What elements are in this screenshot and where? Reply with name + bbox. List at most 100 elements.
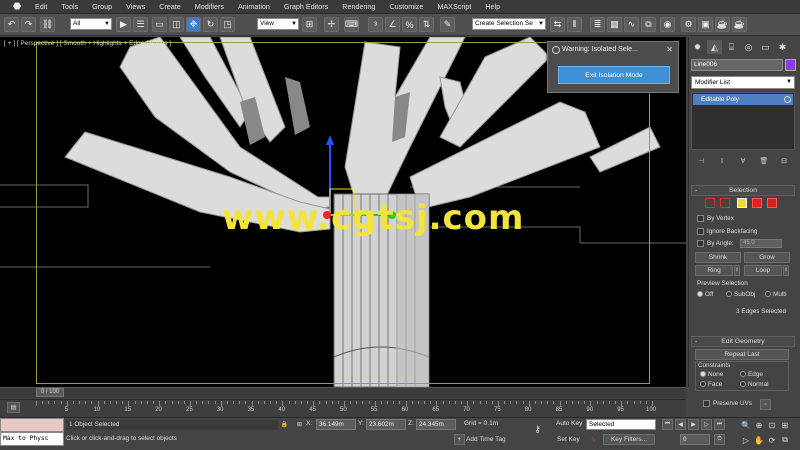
mini-curve-editor-icon[interactable]: ▤ — [7, 402, 20, 413]
show-end-result-icon[interactable]: Ⅰ — [717, 156, 727, 166]
align-icon[interactable]: ⫴ — [567, 17, 582, 32]
loop-button[interactable]: Loop — [744, 265, 782, 276]
preview-off-radio[interactable]: Off — [697, 291, 713, 298]
stack-item-editable-poly[interactable]: Editable Poly — [693, 94, 793, 105]
select-manipulate-icon[interactable]: ✢ — [324, 17, 339, 32]
angle-spinner[interactable]: 45.0 — [740, 239, 782, 248]
next-frame-icon[interactable]: ▷ — [701, 419, 712, 430]
lock-selection-icon[interactable]: 🔒 — [279, 419, 290, 430]
graphite-tools-icon[interactable]: ▦ — [607, 17, 622, 32]
z-coord-field[interactable]: 24.345m — [416, 419, 456, 430]
constraint-face-radio[interactable]: Face — [700, 381, 722, 388]
constraint-none-radio[interactable]: None — [700, 371, 723, 378]
shrink-button[interactable]: Shrink — [695, 252, 741, 263]
spinner-snap-icon[interactable]: ⇅ — [419, 17, 434, 32]
utilities-tab-icon[interactable]: ✱ — [775, 40, 790, 54]
display-tab-icon[interactable]: ▭ — [758, 40, 773, 54]
selection-rollout-header[interactable]: - Selection — [691, 185, 795, 196]
grow-button[interactable]: Grow — [744, 252, 790, 263]
by-vertex-checkbox[interactable]: By Vertex — [697, 215, 734, 222]
close-icon[interactable]: ✕ — [666, 45, 673, 54]
percent-snap-icon[interactable]: % — [402, 17, 417, 32]
window-crossing-icon[interactable]: ◫ — [169, 17, 184, 32]
edge-mode-icon[interactable] — [720, 198, 730, 208]
ring-spinner[interactable]: ⇕ — [734, 265, 740, 276]
go-to-end-icon[interactable]: ⏭ — [714, 419, 725, 430]
time-configuration-icon[interactable]: ⏱ — [714, 434, 725, 445]
go-to-start-icon[interactable]: ⏮ — [662, 419, 673, 430]
render-production-icon[interactable]: ☕ — [715, 17, 730, 32]
rendered-frame-icon[interactable]: ▣ — [698, 17, 713, 32]
modifier-list-dropdown[interactable]: Modifier List ▼ — [691, 76, 795, 89]
pin-stack-icon[interactable]: ⊣ — [696, 156, 706, 166]
selection-filter-dropdown[interactable]: All ▼ — [70, 18, 112, 30]
preserve-uvs-checkbox[interactable]: Preserve UVs — [703, 400, 752, 407]
preserve-uvs-settings-icon[interactable]: ▫ — [760, 399, 771, 410]
menu-rendering[interactable]: Rendering — [335, 2, 382, 11]
menu-edit[interactable]: Edit — [28, 2, 54, 11]
previous-frame-icon[interactable]: ◀ — [675, 419, 686, 430]
rotate-icon[interactable]: ↻ — [203, 17, 218, 32]
app-logo-icon[interactable]: ⬣ — [6, 0, 28, 13]
move-icon[interactable]: ✥ — [186, 17, 201, 32]
menu-help[interactable]: Help — [478, 2, 507, 11]
menu-maxscript[interactable]: MAXScript — [430, 2, 478, 11]
named-selection-set-dropdown[interactable]: Create Selection Se ▼ — [472, 18, 546, 30]
render-setup-icon[interactable]: ⚙ — [681, 17, 696, 32]
rect-selection-icon[interactable]: ▭ — [152, 17, 167, 32]
loop-spinner[interactable]: ⇕ — [783, 265, 789, 276]
ignore-backfacing-checkbox[interactable]: Ignore Backfacing — [697, 228, 757, 235]
zoom-extents-icon[interactable]: ⊡ — [766, 419, 778, 431]
maxscript-mini-listener[interactable]: Max to Physc — [0, 432, 64, 446]
reference-coord-dropdown[interactable]: View ▼ — [257, 18, 299, 30]
play-icon[interactable]: ▶ — [688, 419, 699, 430]
lightbulb-icon[interactable] — [784, 96, 791, 103]
constraint-edge-radio[interactable]: Edge — [740, 371, 763, 378]
redo-icon[interactable]: ↷ — [21, 17, 36, 32]
y-coord-field[interactable]: 23.602m — [366, 419, 406, 430]
set-key-button[interactable]: Set Key — [557, 436, 580, 443]
polygon-mode-icon[interactable] — [752, 198, 762, 208]
select-object-icon[interactable]: ▶ — [116, 17, 131, 32]
pan-icon[interactable]: ✋ — [753, 434, 765, 446]
undo-icon[interactable]: ↶ — [4, 17, 19, 32]
border-mode-icon[interactable] — [737, 198, 747, 208]
menu-animation[interactable]: Animation — [231, 2, 277, 11]
set-key-key-icon[interactable]: ⚷ — [532, 424, 543, 435]
exit-isolation-button[interactable]: Exit Isolation Mode — [558, 66, 670, 84]
current-frame-field[interactable]: 0 — [680, 434, 710, 445]
time-tag-icon[interactable]: + — [454, 434, 465, 445]
add-time-tag-button[interactable]: Add Time Tag — [466, 436, 506, 443]
remove-modifier-icon[interactable]: 🗑 — [759, 156, 769, 166]
pivot-center-icon[interactable]: ⊞ — [302, 17, 317, 32]
menu-create[interactable]: Create — [152, 2, 188, 11]
viewport-label[interactable]: [ + ] [ Perspective ] [ Smooth + Highlig… — [4, 40, 171, 47]
x-coord-field[interactable]: 36.149m — [316, 419, 356, 430]
modify-tab-icon[interactable]: ◭ — [707, 40, 722, 54]
by-angle-checkbox[interactable]: By Angle: — [697, 240, 734, 247]
motion-tab-icon[interactable]: ◎ — [741, 40, 756, 54]
edit-named-selection-icon[interactable]: ✎ — [440, 17, 455, 32]
render-teapot-icon[interactable]: ☕ — [732, 17, 747, 32]
maximize-viewport-icon[interactable]: ⧉ — [779, 434, 791, 446]
key-mode-dropdown[interactable]: Selected — [586, 419, 656, 430]
vertex-mode-icon[interactable] — [705, 198, 715, 208]
menu-graph-editors[interactable]: Graph Editors — [277, 2, 335, 11]
key-filters-button[interactable]: Key Filters... — [603, 434, 655, 445]
preview-multi-radio[interactable]: Multi — [765, 291, 787, 298]
ring-button[interactable]: Ring — [695, 265, 733, 276]
time-slider-track[interactable] — [0, 387, 686, 398]
link-icon[interactable]: ⛓ — [40, 17, 55, 32]
field-of-view-icon[interactable]: ▷ — [740, 434, 752, 446]
object-name-field[interactable]: Line006 — [691, 59, 783, 71]
layer-manager-icon[interactable]: ≣ — [590, 17, 605, 32]
angle-snap-icon[interactable]: ∠ — [385, 17, 400, 32]
element-mode-icon[interactable] — [767, 198, 777, 208]
object-color-swatch[interactable] — [785, 59, 796, 71]
menu-tools[interactable]: Tools — [54, 2, 85, 11]
schematic-view-icon[interactable]: ⧉ — [641, 17, 656, 32]
zoom-all-icon[interactable]: ⊕ — [753, 419, 765, 431]
orbit-icon[interactable]: ⟳ — [766, 434, 778, 446]
scale-icon[interactable]: ◳ — [220, 17, 235, 32]
select-by-name-icon[interactable]: ☰ — [133, 17, 148, 32]
